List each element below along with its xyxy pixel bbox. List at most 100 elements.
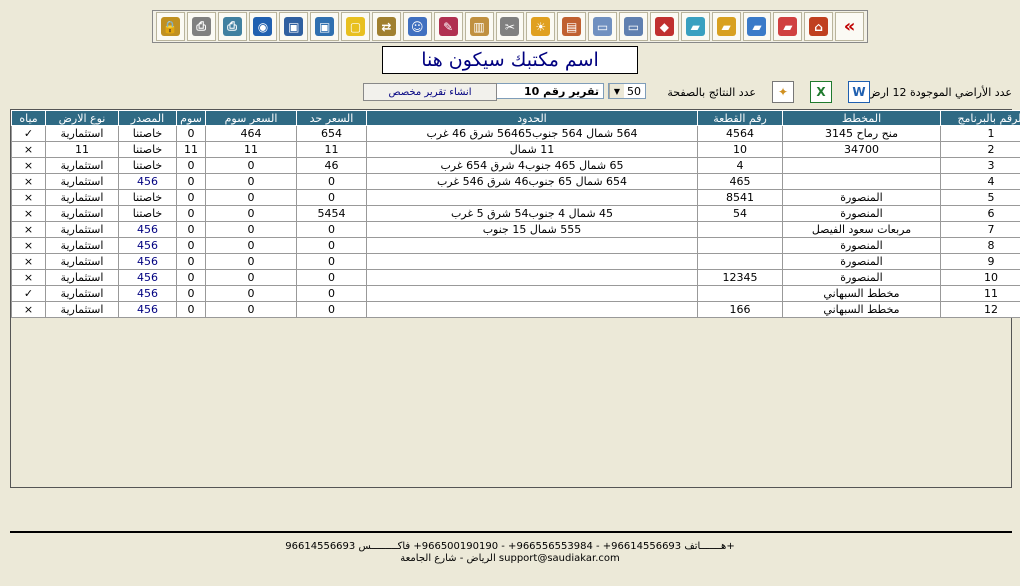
excel-export-icon[interactable]: X bbox=[810, 81, 832, 103]
table-cell: 0 bbox=[176, 205, 206, 222]
column-header[interactable]: الحدود bbox=[366, 110, 698, 126]
table-cell bbox=[366, 301, 698, 318]
table-row[interactable]: 2 34700 10 11 شمال 11 11 11 خاصتنا 11 × bbox=[11, 141, 1020, 158]
column-header[interactable]: المصدر bbox=[118, 110, 177, 126]
scan-icon: ⎙ bbox=[222, 17, 242, 36]
column-header[interactable]: المخطط bbox=[782, 110, 941, 126]
toolbar-button-home[interactable]: ⌂ bbox=[804, 12, 834, 41]
back-arrows-icon: « bbox=[843, 16, 856, 37]
custom-report-button[interactable]: انشاء تقرير مخصص bbox=[363, 83, 497, 101]
toolbar-button-print[interactable]: ⎙ bbox=[186, 12, 216, 41]
table-cell: 0 bbox=[176, 189, 206, 206]
toolbar-button-clipboard[interactable]: ▥ bbox=[464, 12, 494, 41]
toolbar-button-sticky-note[interactable]: ▢ bbox=[341, 12, 370, 41]
word-export-icon[interactable]: W bbox=[848, 81, 870, 103]
column-header[interactable]: الرقم بالبرنامج bbox=[940, 110, 1020, 126]
column-header[interactable]: السعر حد bbox=[296, 110, 367, 126]
toolbar-button-weather[interactable]: ☀ bbox=[526, 12, 556, 41]
table-row[interactable]: 7 مربعات سعود الفيصل 555 شمال 15 جنوب 0 0 0 45… bbox=[11, 221, 1020, 238]
table-cell: 0 bbox=[205, 301, 297, 318]
table-cell: × bbox=[11, 173, 46, 190]
table-cell: 11 bbox=[176, 141, 206, 158]
table-cell bbox=[366, 237, 698, 254]
table-cell: 0 bbox=[296, 285, 367, 302]
table-row[interactable]: 11 مخطط السبهاني 0 0 0 456 استثمارية ✓ bbox=[11, 285, 1020, 302]
table-row[interactable]: 12 مخطط السبهاني 166 0 0 0 456 استثمارية × bbox=[11, 301, 1020, 318]
table-cell: 11 bbox=[296, 141, 367, 158]
table-row[interactable]: 8 المنصورة 0 0 0 456 استثمارية × bbox=[11, 237, 1020, 254]
table-cell: 12345 bbox=[697, 269, 783, 286]
table-row[interactable]: 6 المنصورة 54 45 شمال 4 جنوب54 شرق 5 غرب 545… bbox=[11, 205, 1020, 222]
table-row[interactable]: 9 المنصورة 0 0 0 456 استثمارية × bbox=[11, 253, 1020, 270]
toolbar-button-save-green[interactable]: ▣ bbox=[310, 12, 340, 41]
table-cell: × bbox=[11, 157, 46, 174]
table-cell: 0 bbox=[296, 253, 367, 270]
document-home-icon: ▤ bbox=[562, 17, 582, 36]
table-cell: 4564 bbox=[697, 125, 783, 142]
table-cell: 0 bbox=[176, 269, 206, 286]
table-cell: 0 bbox=[176, 253, 206, 270]
table-cell: 45 شمال 4 جنوب54 شرق 5 غرب bbox=[366, 205, 698, 222]
toolbar-button-cubes[interactable]: ◆ bbox=[649, 12, 679, 41]
table-cell bbox=[697, 237, 783, 254]
cubes-icon: ◆ bbox=[654, 17, 674, 36]
table-cell: 11 bbox=[940, 285, 1020, 302]
column-header[interactable]: السعر سوم bbox=[205, 110, 297, 126]
table-cell: 2 bbox=[940, 141, 1020, 158]
toolbar-button-document-home[interactable]: ▤ bbox=[557, 12, 587, 41]
table-cell: استثمارية bbox=[45, 221, 119, 238]
table-cell: خاصتنا bbox=[118, 141, 177, 158]
toolbar-button-back-arrows[interactable]: « bbox=[835, 12, 864, 41]
toolbar-button-open-folder[interactable]: ▰ bbox=[680, 12, 710, 41]
toolbar-button-lock[interactable]: 🔒 bbox=[155, 12, 185, 41]
column-header[interactable]: مياه bbox=[11, 110, 46, 126]
table-cell: ✓ bbox=[11, 285, 46, 302]
column-header[interactable]: رقم القطعة bbox=[697, 110, 783, 126]
table-cell bbox=[366, 189, 698, 206]
table-cell: 6 bbox=[940, 205, 1020, 222]
toolbar-button-tools[interactable]: ✂ bbox=[495, 12, 525, 41]
table-cell: 10 bbox=[697, 141, 783, 158]
table-row[interactable]: 1 منح رماح 3145 4564 564 شمال 564 جنوب56465… bbox=[11, 125, 1020, 142]
table-cell: استثمارية bbox=[45, 301, 119, 318]
clipboard-icon: ▥ bbox=[469, 17, 489, 36]
per-page-select[interactable]: ▼ 50 bbox=[608, 83, 646, 99]
table-row[interactable]: 3 4 65 شمال 465 جنوب4 شرق 654 غرب 46 0 0 خاصتن… bbox=[11, 157, 1020, 174]
toolbar-button-red-folder[interactable]: ▰ bbox=[773, 12, 803, 41]
column-header[interactable]: سوم bbox=[176, 110, 206, 126]
office-name-title: اسم مكتبك سيكون هنا bbox=[382, 46, 638, 74]
table-cell: 0 bbox=[176, 173, 206, 190]
table-cell: 0 bbox=[205, 221, 297, 238]
drive-upload-icon: ▭ bbox=[623, 17, 643, 36]
table-cell: 0 bbox=[205, 285, 297, 302]
save-green-icon: ▣ bbox=[315, 17, 335, 36]
toolbar-button-edit-document[interactable]: ✎ bbox=[433, 12, 463, 41]
table-cell bbox=[782, 157, 941, 174]
land-count-label: عدد الأراضي الموجودة 12 ارض bbox=[867, 86, 1012, 99]
toolbar-button-scan[interactable]: ⎙ bbox=[217, 12, 247, 41]
table-cell: 654 شمال 65 جنوب46 شرق 546 غرب bbox=[366, 173, 698, 190]
toolbar-button-save[interactable]: ▣ bbox=[279, 12, 309, 41]
new-document-icon[interactable]: ✦ bbox=[772, 81, 794, 103]
toolbar-button-yellow-folder[interactable]: ▰ bbox=[711, 12, 741, 41]
table-cell: 0 bbox=[176, 157, 206, 174]
globe-icon: ◉ bbox=[253, 17, 273, 36]
toolbar-button-globe[interactable]: ◉ bbox=[248, 12, 278, 41]
tools-icon: ✂ bbox=[500, 17, 520, 36]
column-header[interactable]: نوع الارض bbox=[45, 110, 119, 126]
toolbar-button-blue-folder[interactable]: ▰ bbox=[742, 12, 772, 41]
table-cell bbox=[366, 253, 698, 270]
users-icon: ☺ bbox=[407, 17, 427, 36]
toolbar-button-drive-upload[interactable]: ▭ bbox=[619, 12, 648, 41]
toolbar-button-drive[interactable]: ▭ bbox=[588, 12, 617, 41]
export-icon: ⇄ bbox=[376, 17, 396, 36]
toolbar-button-export[interactable]: ⇄ bbox=[372, 12, 401, 41]
table-cell: 9 bbox=[940, 253, 1020, 270]
toolbar-button-users[interactable]: ☺ bbox=[402, 12, 432, 41]
table-row[interactable]: 10 المنصورة 12345 0 0 0 456 استثمارية × bbox=[11, 269, 1020, 286]
table-body: 1 منح رماح 3145 4564 564 شمال 564 جنوب56465… bbox=[11, 125, 1020, 318]
table-cell: 4 bbox=[940, 173, 1020, 190]
table-row[interactable]: 4 465 654 شمال 65 جنوب46 شرق 546 غرب 0 0 0 456… bbox=[11, 173, 1020, 190]
table-cell bbox=[782, 173, 941, 190]
table-row[interactable]: 5 المنصورة 8541 0 0 0 خاصتنا استثمارية × bbox=[11, 189, 1020, 206]
